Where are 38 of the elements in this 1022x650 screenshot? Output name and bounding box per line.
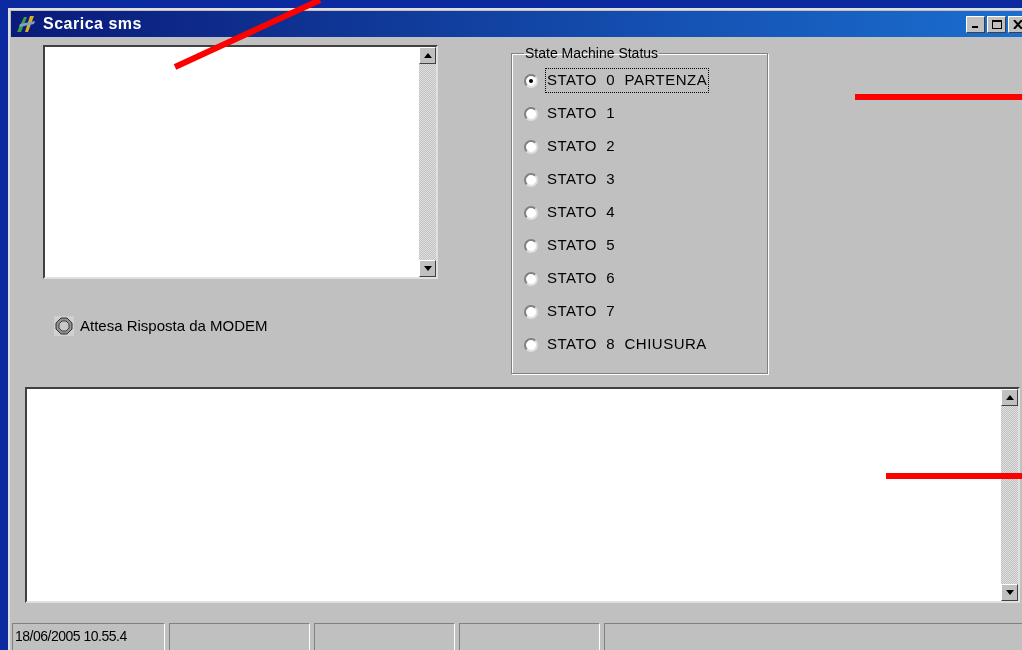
up-arrow-icon bbox=[1005, 395, 1014, 400]
radio-option[interactable]: STATO 7 bbox=[524, 300, 755, 323]
maximize-button[interactable] bbox=[987, 15, 1006, 33]
radio-button[interactable] bbox=[524, 271, 538, 286]
radio-button[interactable] bbox=[524, 337, 538, 352]
maximize-icon bbox=[991, 19, 1002, 29]
radio-option[interactable]: STATO 3 bbox=[524, 168, 755, 191]
minimize-button[interactable] bbox=[966, 15, 985, 33]
indicator-label: Attesa Risposta da MODEM bbox=[80, 316, 268, 336]
radio-button[interactable] bbox=[524, 73, 538, 88]
down-arrow-icon bbox=[1005, 590, 1014, 595]
down-arrow-icon bbox=[423, 266, 432, 271]
radio-button[interactable] bbox=[524, 238, 538, 253]
radio-button[interactable] bbox=[524, 205, 538, 220]
app-icon bbox=[15, 14, 37, 34]
radio-button[interactable] bbox=[524, 106, 538, 121]
up-arrow-icon bbox=[423, 53, 432, 58]
group-title: State Machine Status bbox=[524, 44, 660, 63]
status-panel: 18/06/2005 10.55.4 bbox=[12, 623, 165, 650]
scroll-up-button[interactable] bbox=[1001, 389, 1018, 406]
radio-button[interactable] bbox=[524, 139, 538, 154]
radio-option[interactable]: STATO 8 CHIUSURA bbox=[524, 333, 755, 356]
close-button[interactable] bbox=[1008, 15, 1022, 33]
radio-option[interactable]: STATO 0 PARTENZA bbox=[524, 69, 755, 92]
status-led-icon bbox=[54, 316, 74, 337]
radio-button[interactable] bbox=[524, 304, 538, 319]
radio-option[interactable]: STATO 1 bbox=[524, 102, 755, 125]
close-icon bbox=[1012, 19, 1022, 29]
radio-option[interactable]: STATO 4 bbox=[524, 201, 755, 224]
minimize-icon bbox=[971, 26, 978, 28]
scroll-up-button[interactable] bbox=[419, 47, 436, 64]
radio-option[interactable]: STATO 5 bbox=[524, 234, 755, 257]
scroll-down-button[interactable] bbox=[1001, 584, 1018, 601]
radio-button[interactable] bbox=[524, 172, 538, 187]
radio-option[interactable]: STATO 6 bbox=[524, 267, 755, 290]
window-title: Scarica sms bbox=[43, 14, 142, 34]
scroll-down-button[interactable] bbox=[419, 260, 436, 277]
radio-option[interactable]: STATO 2 bbox=[524, 135, 755, 158]
